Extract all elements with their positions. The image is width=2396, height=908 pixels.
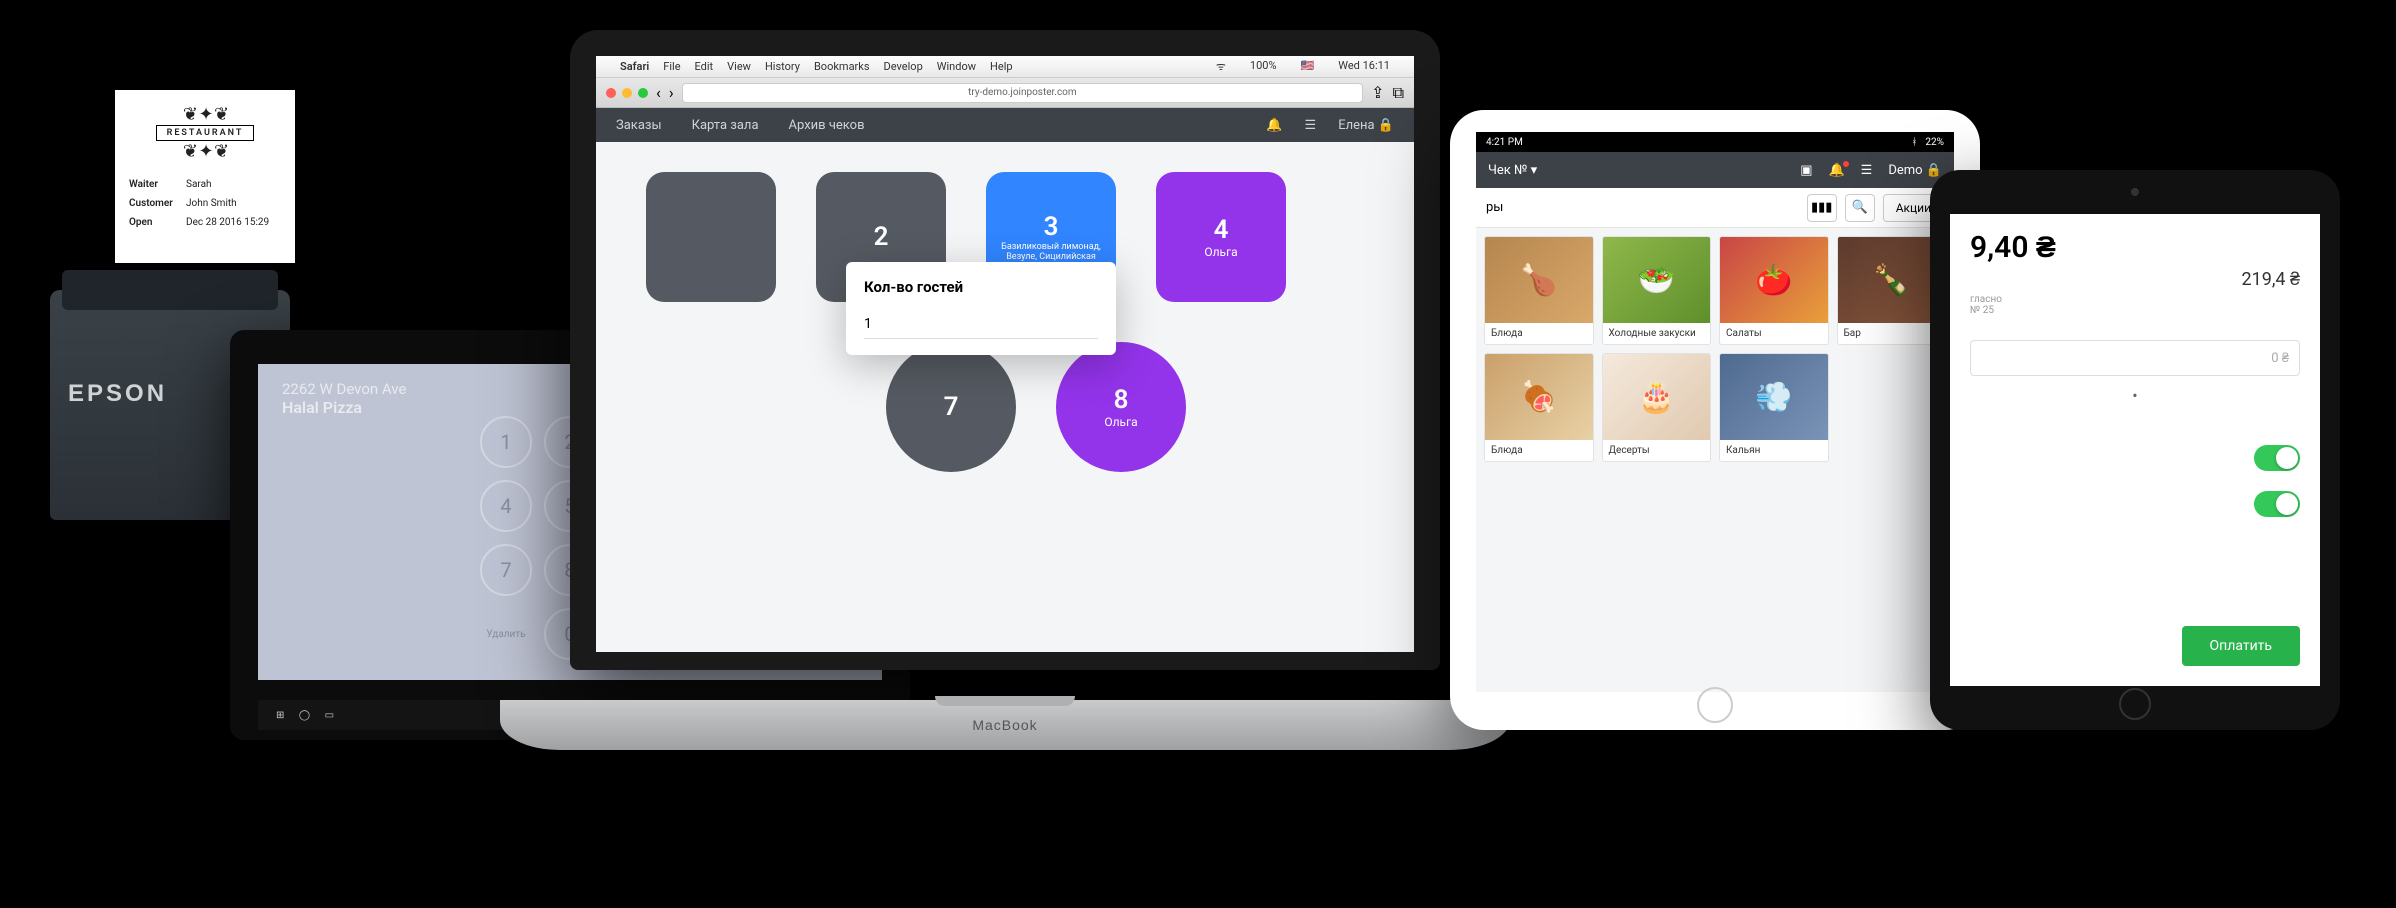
guest-count-popup: Кол-во гостей <box>846 262 1116 355</box>
section-label: ры <box>1486 200 1503 215</box>
printer-brand: EPSON <box>68 380 167 408</box>
receipt: ❦ ✦ ❦ RESTAURANT ❦ ✦ ❦ WaiterSarah Custo… <box>115 90 295 263</box>
share-icon[interactable]: ⇪ <box>1371 83 1384 102</box>
table-7[interactable]: 7 <box>886 342 1016 472</box>
category-item[interactable]: 💨Кальян <box>1719 353 1829 462</box>
tendered-amount: 219,4 ₴ <box>1950 269 2320 290</box>
menu-edit[interactable]: Edit <box>695 60 714 73</box>
guest-count-input[interactable] <box>864 310 1098 339</box>
wifi-icon: ᯤ <box>1216 59 1226 74</box>
search-icon[interactable]: ◯ <box>299 710 310 721</box>
macbook: Safari File Edit View History Bookmarks … <box>500 30 1510 750</box>
pay-button[interactable]: Оплатить <box>2182 626 2300 666</box>
current-user[interactable]: Demo 🔒 <box>1888 163 1942 178</box>
menu-window[interactable]: Window <box>937 60 976 73</box>
tabs-icon[interactable]: ⧉ <box>1393 83 1404 103</box>
bell-icon[interactable]: 🔔 <box>1266 118 1282 133</box>
amount-input[interactable]: 0 ₴ <box>1970 340 2300 376</box>
menu-bookmarks[interactable]: Bookmarks <box>814 60 870 73</box>
camera-icon <box>2131 188 2139 196</box>
macbook-base: MacBook <box>500 700 1510 750</box>
windows-start-icon[interactable]: ⊞ <box>276 710 284 721</box>
flag-icon: 🇺🇸 <box>1301 59 1315 74</box>
menu-icon[interactable]: ☰ <box>1861 163 1873 178</box>
option-toggle-1[interactable] <box>2254 445 2300 471</box>
option-toggle-2[interactable] <box>2254 491 2300 517</box>
menu-view[interactable]: View <box>727 60 751 73</box>
category-item[interactable]: 🥗Холодные закуски <box>1602 236 1712 345</box>
safari-toolbar: ‹ › try-demo.joinposter.com ⇪ ⧉ <box>596 78 1414 108</box>
current-user[interactable]: Елена 🔒 <box>1338 118 1394 133</box>
menu-history[interactable]: History <box>765 60 800 73</box>
floor-map: 2 3 Базиликовый лимонад, Везуле, Сицилий… <box>596 142 1414 622</box>
menubar-app[interactable]: Safari <box>620 60 649 73</box>
category-toolbar: ры ▮▮▮ 🔍 Акции <box>1476 188 1954 228</box>
bluetooth-icon: ᚼ <box>1911 137 1917 148</box>
macbook-screen: Safari File Edit View History Bookmarks … <box>596 56 1414 652</box>
category-grid: 🍗Блюда 🥗Холодные закуски 🍅Салаты 🍾Бар 🍖Б… <box>1476 228 1954 470</box>
category-item[interactable]: 🍅Салаты <box>1719 236 1829 345</box>
address-line2: Halal Pizza <box>282 398 406 417</box>
tab-orders[interactable]: Заказы <box>616 118 662 133</box>
payment-note: гласно№ 25 <box>1950 290 2320 332</box>
search-icon[interactable]: 🔍 <box>1845 194 1875 222</box>
ipad-black: 9,40 ₴ 219,4 ₴ гласно№ 25 0 ₴ • Оплатить <box>1930 170 2340 730</box>
minimize-icon[interactable] <box>622 88 632 98</box>
menu-develop[interactable]: Develop <box>884 60 923 73</box>
menubar-clock: Wed 16:11 <box>1338 59 1390 74</box>
total-amount: 9,40 ₴ <box>1950 214 2320 269</box>
macos-menubar: Safari File Edit View History Bookmarks … <box>596 56 1414 78</box>
table-1[interactable] <box>646 172 776 302</box>
pos-location: 2262 W Devon Ave Halal Pizza <box>282 380 406 417</box>
url-bar[interactable]: try-demo.joinposter.com <box>682 83 1364 103</box>
nav-back-icon[interactable]: ‹ <box>656 83 661 102</box>
bell-icon[interactable]: 🔔 <box>1828 163 1844 178</box>
check-number[interactable]: Чек № ▾ <box>1488 163 1537 178</box>
table-4[interactable]: 4 Ольга <box>1156 172 1286 302</box>
home-button[interactable] <box>1697 687 1733 723</box>
receipt-details: WaiterSarah CustomerJohn Smith OpenDec 2… <box>127 174 283 233</box>
task-view-icon[interactable]: ▭ <box>325 710 334 721</box>
popup-title: Кол-во гостей <box>864 278 1098 296</box>
toggle-row <box>1950 481 2320 527</box>
address-line1: 2262 W Devon Ave <box>282 380 406 398</box>
toggle-row <box>1950 435 2320 481</box>
tab-floormap[interactable]: Карта зала <box>692 118 759 133</box>
close-icon[interactable] <box>606 88 616 98</box>
menu-icon[interactable]: ☰ <box>1305 118 1317 133</box>
tab-archive[interactable]: Архив чеков <box>789 118 865 133</box>
pos-topbar: Чек № ▾ ▣ 🔔 ☰ Demo 🔒 <box>1476 152 1954 188</box>
window-controls[interactable] <box>606 88 648 98</box>
receipt-logo: ❦ ✦ ❦ RESTAURANT ❦ ✦ ❦ <box>127 104 283 162</box>
battery-status: 100% <box>1250 59 1277 74</box>
menu-help[interactable]: Help <box>990 60 1013 73</box>
payment-screen: 9,40 ₴ 219,4 ₴ гласно№ 25 0 ₴ • Оплатить <box>1950 214 2320 686</box>
category-item[interactable]: 🎂Десерты <box>1602 353 1712 462</box>
cashbox-icon[interactable]: ▣ <box>1800 163 1812 178</box>
home-button[interactable] <box>2119 688 2151 720</box>
ipad-white: 4:21 PM ᚼ 22% Чек № ▾ ▣ 🔔 ☰ Demo 🔒 ры ▮▮… <box>1450 110 1980 730</box>
table-8[interactable]: 8 Ольга <box>1056 342 1186 472</box>
pos-appbar: Заказы Карта зала Архив чеков 🔔 ☰ Елена … <box>596 108 1414 142</box>
category-item[interactable]: 🍗Блюда <box>1484 236 1594 345</box>
status-battery: 22% <box>1925 137 1944 148</box>
barcode-icon[interactable]: ▮▮▮ <box>1807 194 1837 222</box>
status-time: 4:21 PM <box>1486 137 1523 148</box>
nav-forward-icon[interactable]: › <box>669 83 674 102</box>
category-item[interactable]: 🍖Блюда <box>1484 353 1594 462</box>
divider-dot: • <box>1950 386 2320 405</box>
maximize-icon[interactable] <box>638 88 648 98</box>
receipt-brand: RESTAURANT <box>156 125 255 141</box>
menu-file[interactable]: File <box>663 60 680 73</box>
ios-statusbar: 4:21 PM ᚼ 22% <box>1476 132 1954 152</box>
